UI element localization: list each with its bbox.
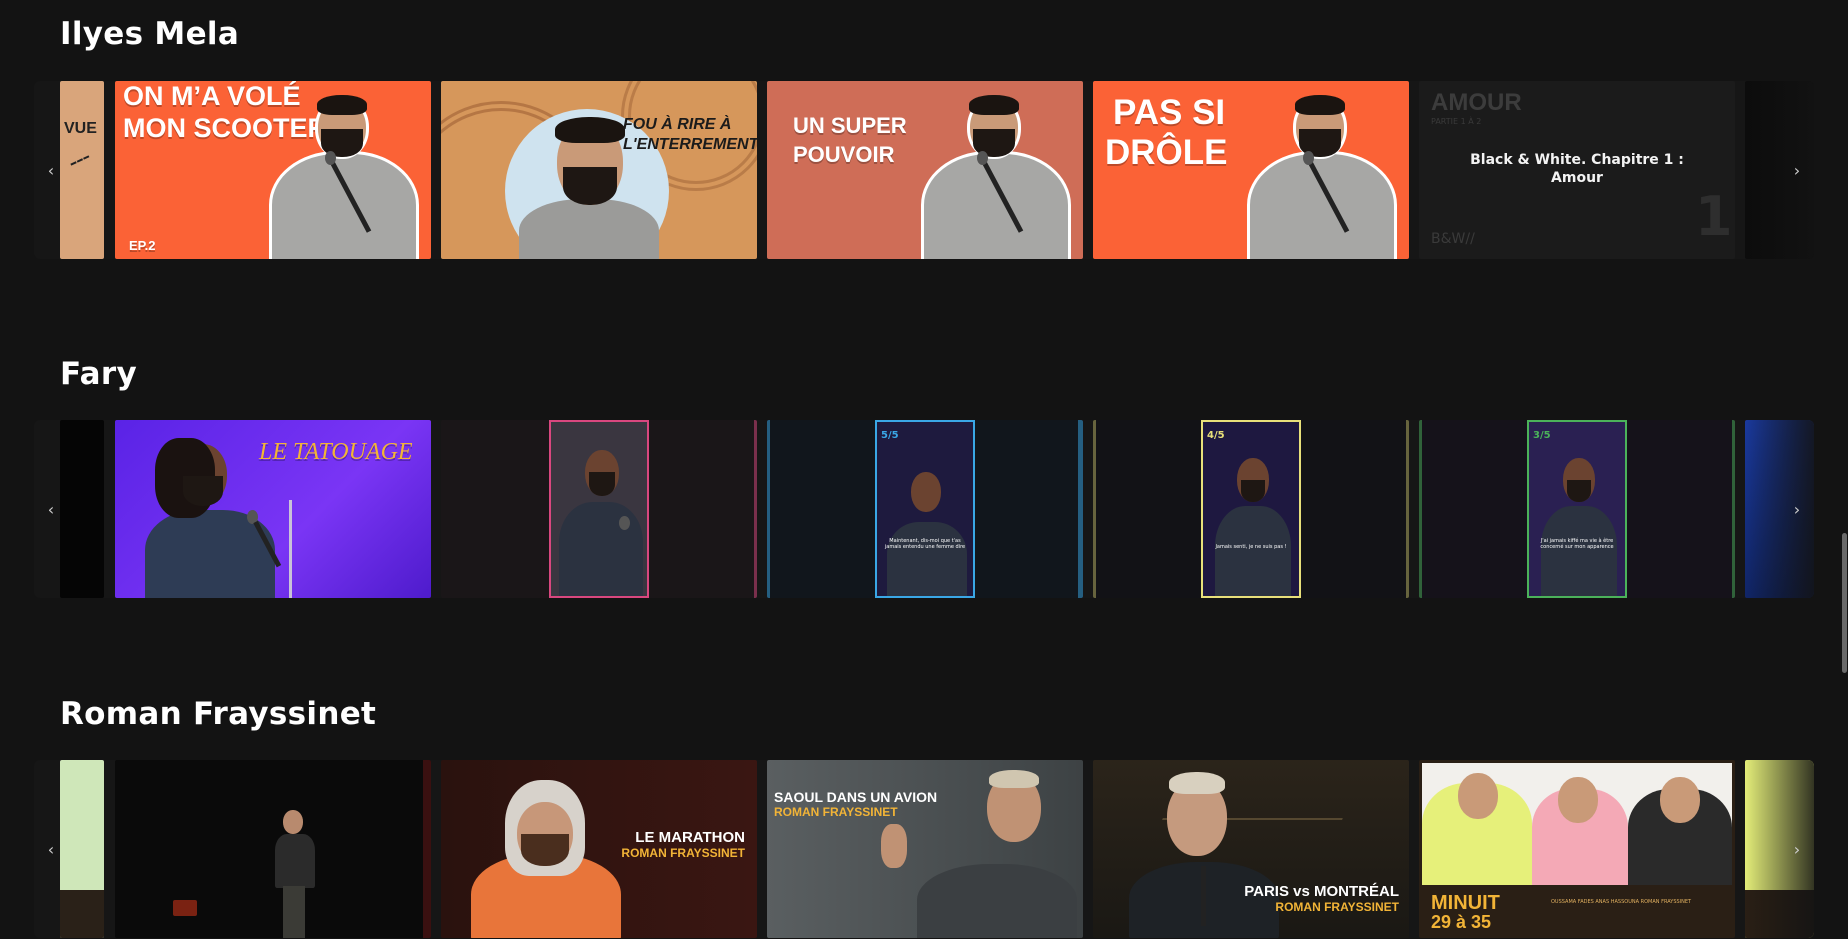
row-ilyes-mela: Ilyes Mela VUE ON M’A VOLÉ MON SCOOTER E… xyxy=(0,0,1848,260)
subtitle-text: J'ai jamais kiffé ma vie à être concerné… xyxy=(1540,538,1614,550)
card-title: VUE xyxy=(64,120,97,137)
raised-hand xyxy=(881,824,907,868)
video-card[interactable]: 3/5 J'ai jamais kiffé ma vie à être conc… xyxy=(1419,420,1735,598)
comedian-image xyxy=(877,764,1077,938)
bg-subtitle: PARTIE 1 À 2 xyxy=(1431,117,1482,126)
comedian-image xyxy=(917,91,1077,259)
row-title: Fary xyxy=(60,356,137,392)
stool xyxy=(173,900,197,916)
carousel-track: LE TATOUAGE 5/5 Maintenant, dis-moi que … xyxy=(34,420,1814,598)
scrollbar-thumb[interactable] xyxy=(1842,533,1847,673)
row-roman-frayssinet: Roman Frayssinet LE MARATHON ROMAN FRAYS… xyxy=(0,680,1848,939)
poster-photo xyxy=(1422,763,1732,885)
poster-title: PARIS vs MONTRÉAL xyxy=(1244,883,1399,900)
vertical-video-frame: 4/5 Jamais senti, je ne suis pas ! xyxy=(1201,420,1301,598)
poster-subtitle: ROMAN FRAYSSINET xyxy=(621,846,745,860)
bg-title: AMOUR xyxy=(1431,89,1522,116)
row-title: Roman Frayssinet xyxy=(60,696,377,732)
bg-number: 1 xyxy=(1695,185,1733,248)
video-card[interactable]: 4/5 Jamais senti, je ne suis pas ! xyxy=(1093,420,1409,598)
part-label: 3/5 xyxy=(1533,430,1551,441)
carousel-prev-icon[interactable]: ‹ xyxy=(34,760,68,938)
vertical-video-frame xyxy=(549,420,649,598)
card-title-line2: L'ENTERREMENT xyxy=(623,136,757,153)
part-label: 4/5 xyxy=(1207,430,1225,441)
video-card[interactable] xyxy=(441,420,757,598)
poster-title: LE MARATHON xyxy=(635,829,745,846)
comedian-image xyxy=(461,780,631,938)
card-title-line1: FOU À RIRE À xyxy=(623,116,732,133)
card-title-line1: UN SUPER xyxy=(793,113,907,138)
carousel: VUE ON M’A VOLÉ MON SCOOTER EP.2 FOU À R… xyxy=(34,81,1814,259)
video-card[interactable]: LE MARATHON ROMAN FRAYSSINET xyxy=(441,760,757,938)
page: Ilyes Mela VUE ON M’A VOLÉ MON SCOOTER E… xyxy=(0,0,1848,939)
carousel-next-icon[interactable]: › xyxy=(1780,81,1814,259)
video-card[interactable]: PARIS vs MONTRÉAL ROMAN FRAYSSINET xyxy=(1093,760,1409,938)
comedian-image xyxy=(887,462,967,596)
video-card[interactable]: LE TATOUAGE xyxy=(115,420,431,598)
carousel: LE MARATHON ROMAN FRAYSSINET SAOUL DANS … xyxy=(34,760,1814,938)
carousel-track: LE MARATHON ROMAN FRAYSSINET SAOUL DANS … xyxy=(34,760,1814,938)
video-card[interactable]: 5/5 Maintenant, dis-moi que t'as jamais … xyxy=(767,420,1083,598)
video-card[interactable]: ON M’A VOLÉ MON SCOOTER EP.2 xyxy=(115,81,431,259)
comedian-image xyxy=(271,810,321,938)
card-title-line1: PAS SI xyxy=(1113,93,1226,132)
comedian-image xyxy=(265,91,425,259)
comedian-image xyxy=(1213,442,1293,596)
comedian-image xyxy=(1123,766,1283,938)
mic-stand xyxy=(289,500,292,598)
card-caption: Black & White. Chapitre 1 : Amour xyxy=(1470,152,1684,187)
comedian-image xyxy=(1243,91,1403,259)
comedian-image xyxy=(135,430,285,598)
video-card[interactable]: PAS SI DRÔLE xyxy=(1093,81,1409,259)
carousel-next-icon[interactable]: › xyxy=(1780,760,1814,938)
carousel-track: VUE ON M’A VOLÉ MON SCOOTER EP.2 FOU À R… xyxy=(34,81,1814,259)
subtitle-text: Maintenant, dis-moi que t'as jamais ente… xyxy=(884,538,966,550)
page-scrollbar[interactable] xyxy=(1840,0,1848,939)
vertical-video-frame: 5/5 Maintenant, dis-moi que t'as jamais … xyxy=(875,420,975,598)
video-card[interactable]: FOU À RIRE À L'ENTERREMENT xyxy=(441,81,757,259)
poster-subtitle: ROMAN FRAYSSINET xyxy=(1275,900,1399,914)
part-label: 5/5 xyxy=(881,430,899,441)
card-title-line2: DRÔLE xyxy=(1105,133,1228,172)
episode-badge: EP.2 xyxy=(129,238,156,253)
carousel-prev-icon[interactable]: ‹ xyxy=(34,81,68,259)
video-card[interactable] xyxy=(115,760,431,938)
poster-subtitle: 29 à 35 xyxy=(1431,912,1492,932)
row-fary: Fary LE TATOUAGE 5/5 Maintenant, dis-moi… xyxy=(0,340,1848,600)
video-card-hovered[interactable]: AMOUR PARTIE 1 À 2 B&W// 1 Black & White… xyxy=(1419,81,1735,259)
carousel-prev-icon[interactable]: ‹ xyxy=(34,420,68,598)
poster-credits: OUSSAMA FADES ANAS HASSOUNA ROMAN FRAYSS… xyxy=(1551,899,1692,905)
comedian-image xyxy=(557,442,647,596)
decor-lines-icon xyxy=(70,155,94,175)
carousel-next-icon[interactable]: › xyxy=(1780,420,1814,598)
comedian-image xyxy=(1539,442,1619,596)
vertical-video-frame: 3/5 J'ai jamais kiffé ma vie à être conc… xyxy=(1527,420,1627,598)
subtitle-text: Jamais senti, je ne suis pas ! xyxy=(1215,544,1287,550)
video-card[interactable]: MINUIT 29 à 35 OUSSAMA FADES ANAS HASSOU… xyxy=(1419,760,1735,938)
card-title-line2: POUVOIR xyxy=(793,142,895,167)
video-card[interactable]: UN SUPER POUVOIR xyxy=(767,81,1083,259)
carousel: LE TATOUAGE 5/5 Maintenant, dis-moi que … xyxy=(34,420,1814,598)
video-card[interactable]: SAOUL DANS UN AVION ROMAN FRAYSSINET xyxy=(767,760,1083,938)
bg-logo: B&W// xyxy=(1431,231,1475,247)
row-title: Ilyes Mela xyxy=(60,16,240,52)
